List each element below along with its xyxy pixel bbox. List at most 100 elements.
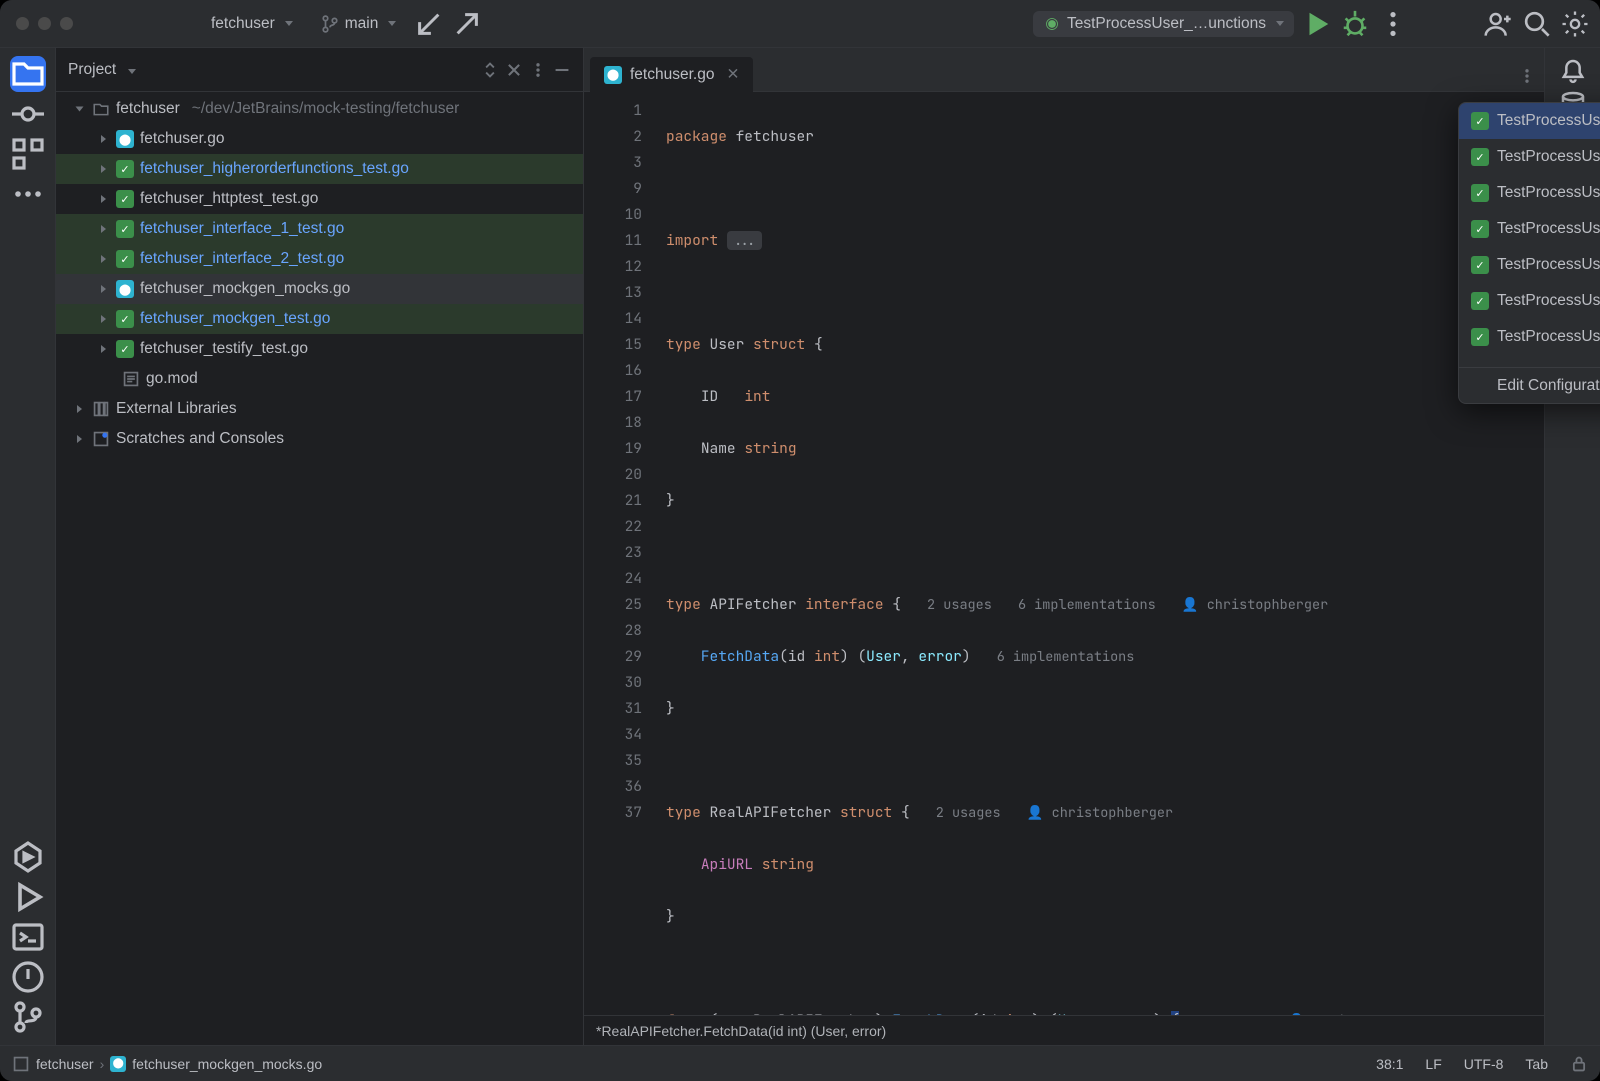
expand-icon[interactable] <box>96 345 110 353</box>
code-area[interactable]: 1 2 3 9 10 11 12 13 14 15 16 17 18 19 20… <box>584 92 1544 1015</box>
scratches[interactable]: Scratches and Consoles <box>56 424 583 454</box>
editor: ⬤ fetchuser.go ✕ 1 2 3 9 10 11 12 13 <box>584 48 1544 1045</box>
popup-item[interactable]: ✓TestProcessUser_TestifyMock <box>1459 319 1600 355</box>
commit-tool-button[interactable] <box>10 96 46 132</box>
caret-position[interactable]: 38:1 <box>1376 1056 1403 1072</box>
outgoing-icon[interactable] <box>452 9 482 39</box>
more-run-icon[interactable] <box>1378 9 1408 39</box>
expand-icon[interactable] <box>72 105 86 113</box>
hide-panel-icon[interactable] <box>553 61 571 79</box>
debug-button[interactable] <box>1340 9 1370 39</box>
scratch-icon <box>92 430 110 448</box>
expand-collapse-icon[interactable] <box>481 61 499 79</box>
collab-icon[interactable] <box>1484 9 1514 39</box>
file-row[interactable]: ✓fetchuser_interface_1_test.go <box>56 214 583 244</box>
more-tools-icon[interactable] <box>10 176 46 212</box>
run-button[interactable] <box>1302 9 1332 39</box>
test-config-icon: ◉ <box>1043 15 1061 33</box>
expand-icon[interactable] <box>96 165 110 173</box>
settings-icon[interactable] <box>1560 9 1590 39</box>
file-row[interactable]: ✓fetchuser_higherorderfunctions_test.go <box>56 154 583 184</box>
popup-item[interactable]: ✓TestProcessUser_HttpTest <box>1459 211 1600 247</box>
root-path: ~/dev/JetBrains/mock-testing/fetchuser <box>192 100 460 118</box>
project-panel-title: Project <box>68 61 116 79</box>
close-tab-icon[interactable]: ✕ <box>726 65 739 84</box>
go-file-icon: ⬤ <box>116 280 134 298</box>
go-file-icon: ⬤ <box>110 1056 126 1072</box>
expand-icon[interactable] <box>72 405 86 413</box>
incoming-icon[interactable] <box>414 9 444 39</box>
gutter: 1 2 3 9 10 11 12 13 14 15 16 17 18 19 20… <box>584 92 656 1015</box>
branch-selector[interactable]: main <box>311 11 407 37</box>
encoding[interactable]: UTF-8 <box>1464 1056 1504 1072</box>
structure-tool-button[interactable] <box>10 136 46 172</box>
test-config-icon: ✓ <box>1471 256 1489 274</box>
status-bar: fetchuser › ⬤ fetchuser_mockgen_mocks.go… <box>0 1045 1600 1081</box>
test-file-icon: ✓ <box>116 190 134 208</box>
popup-item[interactable]: ✓TestProcessUser_InterfaceMock2 <box>1459 175 1600 211</box>
file-row[interactable]: go.mod <box>56 364 583 394</box>
services-tool-button[interactable] <box>10 839 46 875</box>
close-panel-icon[interactable] <box>505 61 523 79</box>
tab-label: fetchuser.go <box>630 66 714 84</box>
run-tool-button[interactable] <box>10 879 46 915</box>
run-config-selector[interactable]: ◉ TestProcessUser_…unctions <box>1033 11 1294 37</box>
mod-file-icon <box>122 370 140 388</box>
expand-icon[interactable] <box>96 285 110 293</box>
tab-more-icon[interactable] <box>1518 67 1536 85</box>
module-icon <box>12 1055 30 1073</box>
expand-icon[interactable] <box>96 255 110 263</box>
file-row[interactable]: ✓fetchuser_httptest_test.go <box>56 184 583 214</box>
popup-item-selected[interactable]: ✓ TestProcessUser_All <box>1459 103 1600 139</box>
popup-item[interactable]: ✓TestProcessUser_Mockgen <box>1459 283 1600 319</box>
readonly-lock-icon[interactable] <box>1570 1055 1588 1073</box>
editor-tab[interactable]: ⬤ fetchuser.go ✕ <box>590 57 753 92</box>
root-name: fetchuser <box>116 100 180 118</box>
popup-item[interactable]: ✓TestProcessUser_HigherOrderFunctions <box>1459 247 1600 283</box>
project-selector[interactable]: fetchuser <box>201 11 303 37</box>
project-tree[interactable]: fetchuser ~/dev/JetBrains/mock-testing/f… <box>56 92 583 1045</box>
test-config-icon: ✓ <box>1471 292 1489 310</box>
code-text[interactable]: package fetchuser import ... type User s… <box>656 92 1544 1015</box>
expand-icon[interactable] <box>96 135 110 143</box>
panel-more-icon[interactable] <box>529 61 547 79</box>
line-ending[interactable]: LF <box>1425 1056 1441 1072</box>
test-config-icon: ✓ <box>1471 112 1489 130</box>
project-tool-button[interactable] <box>10 56 46 92</box>
indent[interactable]: Tab <box>1525 1056 1548 1072</box>
file-row[interactable]: ✓fetchuser_mockgen_test.go <box>56 304 583 334</box>
popup-item[interactable]: ✓TestProcessUser_InterfaceMock1 <box>1459 139 1600 175</box>
go-file-icon: ⬤ <box>116 130 134 148</box>
run-config-popup: ✓ TestProcessUser_All ✓TestProcessUser_I… <box>1458 102 1600 404</box>
close-dot[interactable] <box>16 17 29 30</box>
terminal-tool-button[interactable] <box>10 919 46 955</box>
vcs-tool-button[interactable] <box>10 999 46 1035</box>
go-file-icon: ⬤ <box>604 66 622 84</box>
file-row[interactable]: ⬤fetchuser.go <box>56 124 583 154</box>
run-config-label: TestProcessUser_…unctions <box>1067 15 1266 33</box>
expand-icon[interactable] <box>72 435 86 443</box>
min-dot[interactable] <box>38 17 51 30</box>
search-icon[interactable] <box>1522 9 1552 39</box>
file-row[interactable]: ✓fetchuser_testify_test.go <box>56 334 583 364</box>
expand-icon[interactable] <box>96 225 110 233</box>
expand-icon[interactable] <box>96 195 110 203</box>
problems-tool-button[interactable] <box>10 959 46 995</box>
project-view-chev[interactable] <box>124 61 136 79</box>
tree-root[interactable]: fetchuser ~/dev/JetBrains/mock-testing/f… <box>56 94 583 124</box>
file-row[interactable]: ✓fetchuser_interface_2_test.go <box>56 244 583 274</box>
test-file-icon: ✓ <box>116 160 134 178</box>
max-dot[interactable] <box>60 17 73 30</box>
file-row-selected[interactable]: ⬤fetchuser_mockgen_mocks.go <box>56 274 583 304</box>
external-libs[interactable]: External Libraries <box>56 394 583 424</box>
edit-configurations[interactable]: Edit Configurations… <box>1459 367 1600 403</box>
notifications-icon[interactable] <box>1558 56 1588 86</box>
window-controls <box>16 17 73 30</box>
test-config-icon: ✓ <box>1471 220 1489 238</box>
project-panel-header: Project <box>56 48 583 92</box>
breadcrumbs[interactable]: fetchuser › ⬤ fetchuser_mockgen_mocks.go <box>12 1055 322 1073</box>
expand-icon[interactable] <box>96 315 110 323</box>
test-file-icon: ✓ <box>116 220 134 238</box>
test-file-icon: ✓ <box>116 340 134 358</box>
test-config-icon: ✓ <box>1471 328 1489 346</box>
